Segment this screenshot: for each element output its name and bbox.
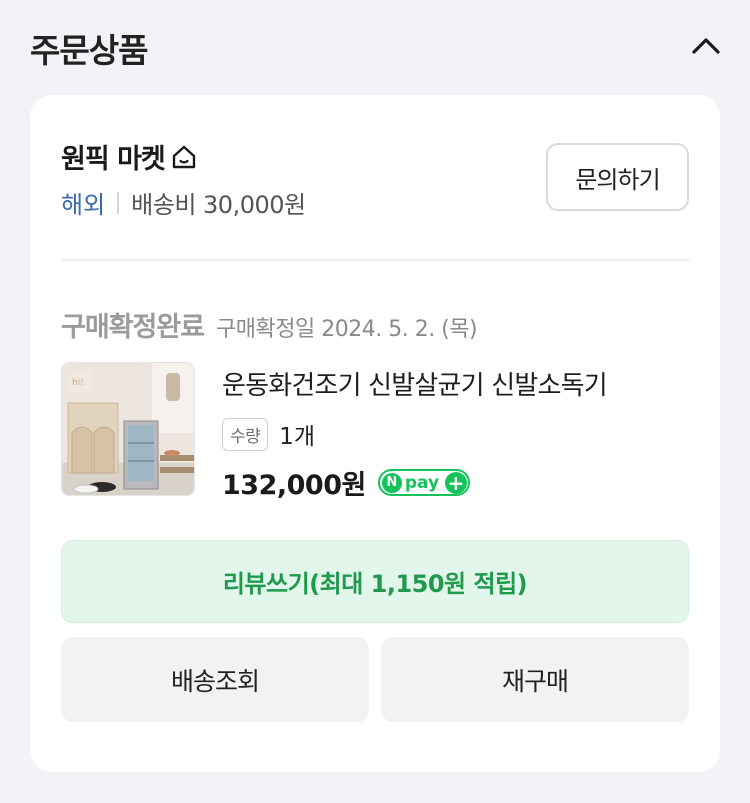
meta-divider [117, 191, 120, 214]
npay-logo-icon: N [381, 472, 402, 493]
track-delivery-button[interactable]: 배송조회 [61, 637, 369, 722]
plus-icon: + [444, 471, 467, 494]
product-name[interactable]: 운동화건조기 신발살균기 신발소독기 [222, 365, 608, 402]
quantity-row: 수량 1개 [222, 417, 315, 451]
collapse-button[interactable] [686, 30, 726, 66]
store-header[interactable]: 원픽 마켓 [61, 137, 197, 176]
store-name[interactable]: 원픽 마켓 [61, 137, 166, 176]
order-status: 구매확정완료 [61, 312, 205, 343]
product-thumbnail[interactable]: hi! [61, 362, 195, 496]
chevron-up-icon [691, 36, 721, 60]
quantity-badge: 수량 [222, 417, 269, 451]
home-icon[interactable] [171, 144, 197, 170]
repurchase-button[interactable]: 재구매 [381, 637, 689, 722]
order-card: 원픽 마켓 해외 배송비 30,000원 문의하기 구매확정완료 구매확정일 2… [30, 95, 720, 772]
product-price: 132,000원 [222, 470, 366, 501]
order-status-row: 구매확정완료 구매확정일 2024. 5. 2. (목) [61, 305, 478, 344]
divider [61, 259, 689, 261]
section-title: 주문상품 [30, 31, 148, 70]
npay-label: pay [404, 472, 440, 493]
origin-label: 해외 [61, 191, 106, 219]
svg-text:hi!: hi! [72, 378, 84, 388]
write-review-button[interactable]: 리뷰쓰기(최대 1,150원 적립) [61, 540, 689, 623]
npay-plus-badge: N pay + [377, 469, 470, 496]
confirm-date: 구매확정일 2024. 5. 2. (목) [216, 317, 478, 342]
store-meta: 해외 배송비 30,000원 [61, 185, 306, 220]
order-items-header: 주문상품 [0, 0, 750, 95]
quantity-value: 1개 [279, 424, 316, 450]
shipping-fee: 배송비 30,000원 [131, 191, 306, 219]
inquiry-button[interactable]: 문의하기 [546, 143, 689, 211]
price-row: 132,000원 N pay + [222, 463, 470, 502]
